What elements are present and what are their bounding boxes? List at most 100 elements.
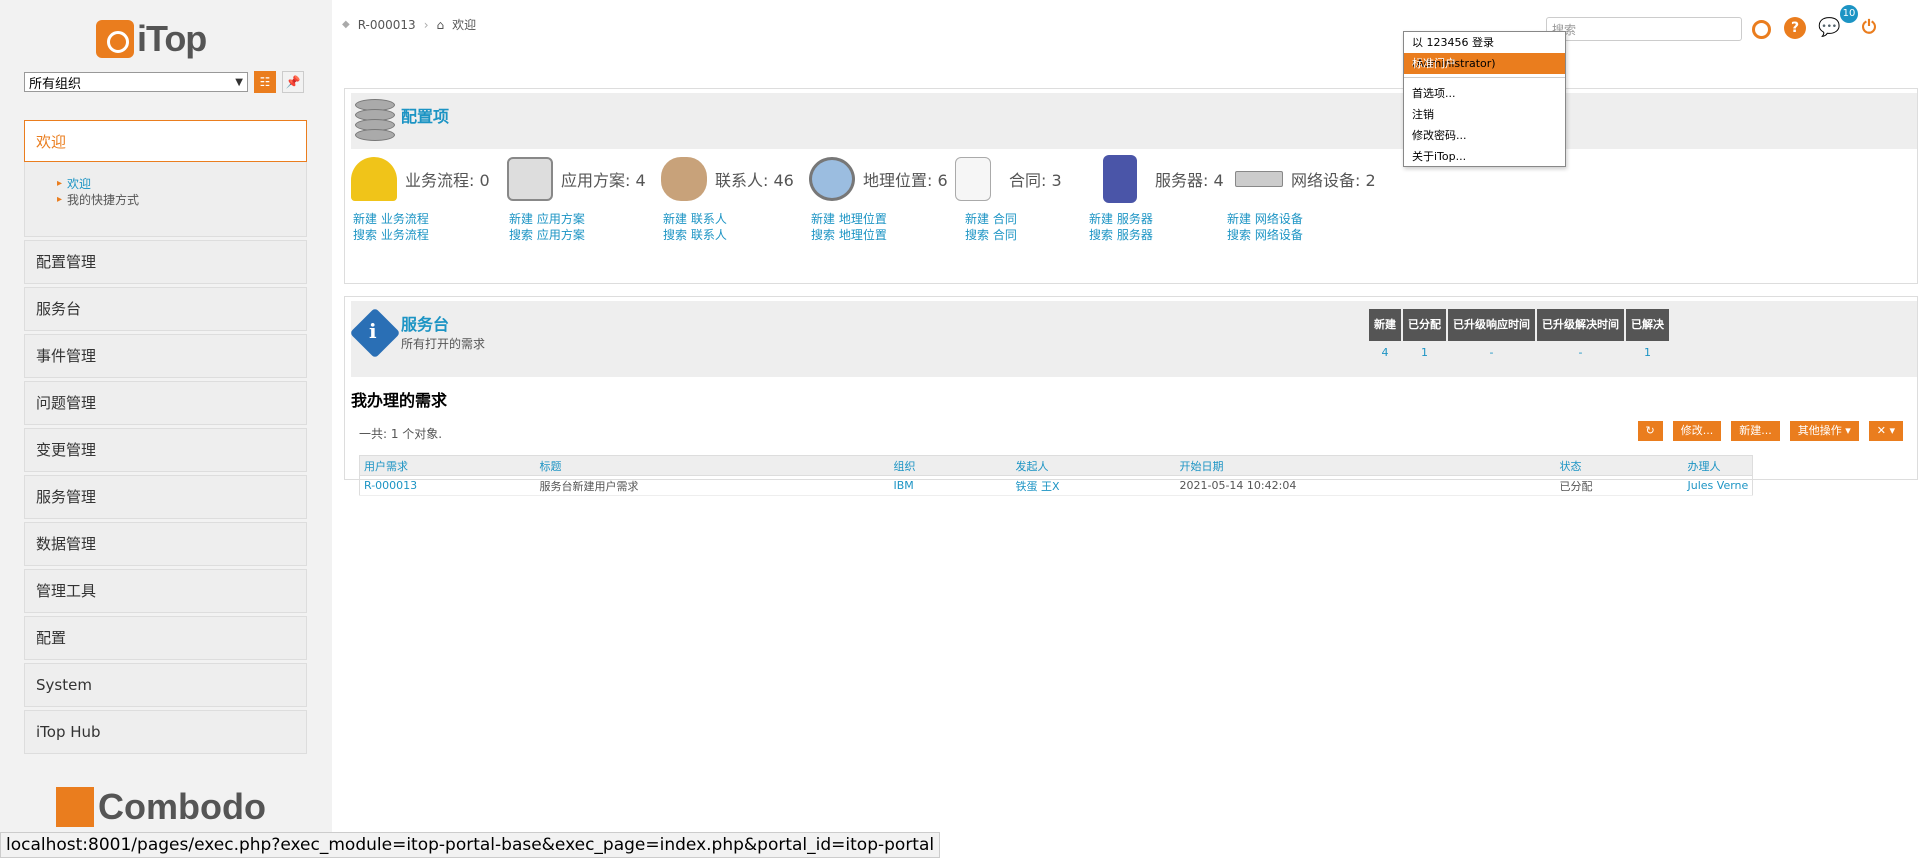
menu-group-config-mgmt[interactable]: 配置管理: [24, 240, 307, 284]
menu-group-change[interactable]: 变更管理: [24, 428, 307, 472]
home-icon: ⌂: [436, 17, 445, 32]
new-link[interactable]: 新建 联系人: [663, 211, 727, 227]
menu-body-welcome: 欢迎 我的快捷方式: [24, 162, 307, 237]
hardhat-icon: [351, 157, 397, 201]
menu-head: 配置: [25, 617, 306, 659]
menu-group-itop-hub[interactable]: iTop Hub: [24, 710, 307, 754]
column-header[interactable]: 办理人: [1683, 455, 1753, 476]
ci-links-network-device: 新建 网络设备 搜索 网络设备: [1227, 211, 1303, 243]
column-header[interactable]: 组织: [889, 455, 1012, 476]
ci-label: 业务流程: 0: [405, 171, 490, 190]
modify-button[interactable]: 修改...: [1672, 421, 1722, 441]
pin-icon[interactable]: 📌: [282, 71, 304, 93]
new-link[interactable]: 新建 合同: [965, 211, 1017, 227]
search-link[interactable]: 搜索 合同: [965, 227, 1017, 243]
info-icon-letter: i: [369, 319, 377, 343]
stat-value[interactable]: 4: [1382, 341, 1389, 361]
menu-head-welcome[interactable]: 欢迎: [24, 120, 307, 162]
menu-group-system[interactable]: System: [24, 663, 307, 707]
search-link[interactable]: 搜索 地理位置: [811, 227, 887, 243]
tools-button[interactable]: ✕ ▾: [1868, 421, 1903, 441]
search-link[interactable]: 搜索 联系人: [663, 227, 727, 243]
ci-links-contract: 新建 合同 搜索 合同: [965, 211, 1017, 243]
stat-value[interactable]: 1: [1644, 341, 1651, 361]
menu-group-service[interactable]: 服务管理: [24, 475, 307, 519]
cell-org[interactable]: IBM: [889, 475, 1012, 496]
top-bar: ◆ R-000013 › ⌂ 欢迎 搜索 ? 💬 10 ⏻: [332, 0, 1918, 56]
org-selector[interactable]: 所有组织 ▼: [24, 72, 248, 92]
menu-group-configuration[interactable]: 配置: [24, 616, 307, 660]
compass-icon: [809, 157, 855, 201]
new-button[interactable]: 新建...: [1731, 421, 1780, 441]
new-link[interactable]: 新建 业务流程: [353, 211, 429, 227]
new-link[interactable]: 新建 网络设备: [1227, 211, 1303, 227]
menu-item-welcome[interactable]: 欢迎: [57, 176, 306, 192]
other-actions-button[interactable]: 其他操作 ▾: [1789, 421, 1859, 441]
stat-head: 已解决: [1626, 309, 1669, 341]
ci-label: 联系人: 46: [715, 171, 794, 190]
user-menu-about[interactable]: 关于iTop...: [1404, 146, 1565, 167]
search-link[interactable]: 搜索 业务流程: [353, 227, 429, 243]
ci-label: 地理位置: 6: [863, 171, 948, 190]
column-header[interactable]: 发起人: [1011, 455, 1176, 476]
itop-logo[interactable]: iTop: [96, 18, 207, 60]
menu-group-welcome: 欢迎 欢迎 我的快捷方式: [24, 120, 307, 237]
cell-caller[interactable]: 铁蛋 王X: [1011, 475, 1176, 496]
list-toolbar: ↻ 修改... 新建... 其他操作 ▾ ✕ ▾: [1637, 421, 1903, 441]
ci-application-solution: 应用方案: 4: [507, 151, 646, 207]
breadcrumb-item[interactable]: 欢迎: [452, 16, 476, 33]
chevron-right-icon: ›: [423, 17, 429, 32]
menu-group-data[interactable]: 数据管理: [24, 522, 307, 566]
new-link[interactable]: 新建 应用方案: [509, 211, 585, 227]
ci-links-business-process: 新建 业务流程 搜索 业务流程: [353, 211, 429, 243]
menu-group-helpdesk[interactable]: 服务台: [24, 287, 307, 331]
ci-summary-row: 业务流程: 0 应用方案: 4 联系人: 46 地理位置: 6 合同: 3 服务…: [351, 151, 1917, 207]
stat-escalated-tto: 已升级响应时间 -: [1448, 309, 1535, 361]
org-selector-value: 所有组织: [29, 76, 82, 92]
ci-links-application-solution: 新建 应用方案 搜索 应用方案: [509, 211, 585, 243]
breadcrumb-item[interactable]: R-000013: [358, 18, 416, 32]
database-icon: [355, 99, 395, 147]
user-menu-preferences[interactable]: 首选项...: [1404, 83, 1565, 104]
menu-head: 变更管理: [25, 429, 306, 471]
new-link[interactable]: 新建 地理位置: [811, 211, 887, 227]
refresh-button[interactable]: ↻: [1637, 421, 1663, 441]
combodo-logo[interactable]: Combodo: [56, 786, 266, 828]
cell-request-ref[interactable]: R-000013: [359, 475, 536, 496]
stat-value[interactable]: 1: [1421, 341, 1428, 361]
user-menu-change-password[interactable]: 修改密码...: [1404, 125, 1565, 146]
notification-icon[interactable]: 💬: [1818, 17, 1840, 39]
search-icon[interactable]: [1750, 17, 1772, 39]
menu-group-admin-tools[interactable]: 管理工具: [24, 569, 307, 613]
contacts-icon: [661, 157, 707, 201]
help-icon[interactable]: ?: [1784, 17, 1806, 39]
user-menu-logout[interactable]: 注销: [1404, 104, 1565, 125]
search-link[interactable]: 搜索 网络设备: [1227, 227, 1303, 243]
ci-dashlet: 配置项 业务流程: 0 应用方案: 4 联系人: 46 地理位置: 6 合同: …: [344, 88, 1918, 284]
menu-item-shortcuts[interactable]: 我的快捷方式: [57, 192, 306, 208]
org-tree-icon[interactable]: ☷: [254, 71, 276, 93]
menu-group-problem[interactable]: 问题管理: [24, 381, 307, 425]
browser-status-url: localhost:8001/pages/exec.php?exec_modul…: [0, 832, 941, 858]
stat-head: 已分配: [1403, 309, 1446, 341]
column-header[interactable]: 开始日期: [1175, 455, 1556, 476]
column-header[interactable]: 状态: [1555, 455, 1684, 476]
search-input[interactable]: 搜索: [1546, 17, 1742, 41]
diamond-icon: ◆: [342, 19, 350, 30]
server-icon: [1103, 155, 1137, 203]
power-icon[interactable]: ⏻: [1858, 17, 1880, 39]
requests-table: 用户需求 标题 组织 发起人 开始日期 状态 办理人 R-000013 服务台新…: [359, 455, 1754, 496]
search-link[interactable]: 搜索 应用方案: [509, 227, 585, 243]
column-header[interactable]: 用户需求: [359, 455, 536, 476]
column-header[interactable]: 标题: [535, 455, 890, 476]
menu-head: 配置管理: [25, 241, 306, 283]
table-row: R-000013 服务台新建用户需求 IBM 铁蛋 王X 2021-05-14 …: [359, 475, 1753, 496]
cell-agent[interactable]: Jules Verne: [1683, 475, 1753, 496]
new-link[interactable]: 新建 服务器: [1089, 211, 1153, 227]
search-link[interactable]: 搜索 服务器: [1089, 227, 1153, 243]
menu-group-incident[interactable]: 事件管理: [24, 334, 307, 378]
stat-assigned: 已分配 1: [1403, 309, 1446, 361]
cell-start-date: 2021-05-14 10:42:04: [1175, 475, 1556, 496]
menu-head: iTop Hub: [25, 711, 306, 753]
menu-head: 服务管理: [25, 476, 306, 518]
